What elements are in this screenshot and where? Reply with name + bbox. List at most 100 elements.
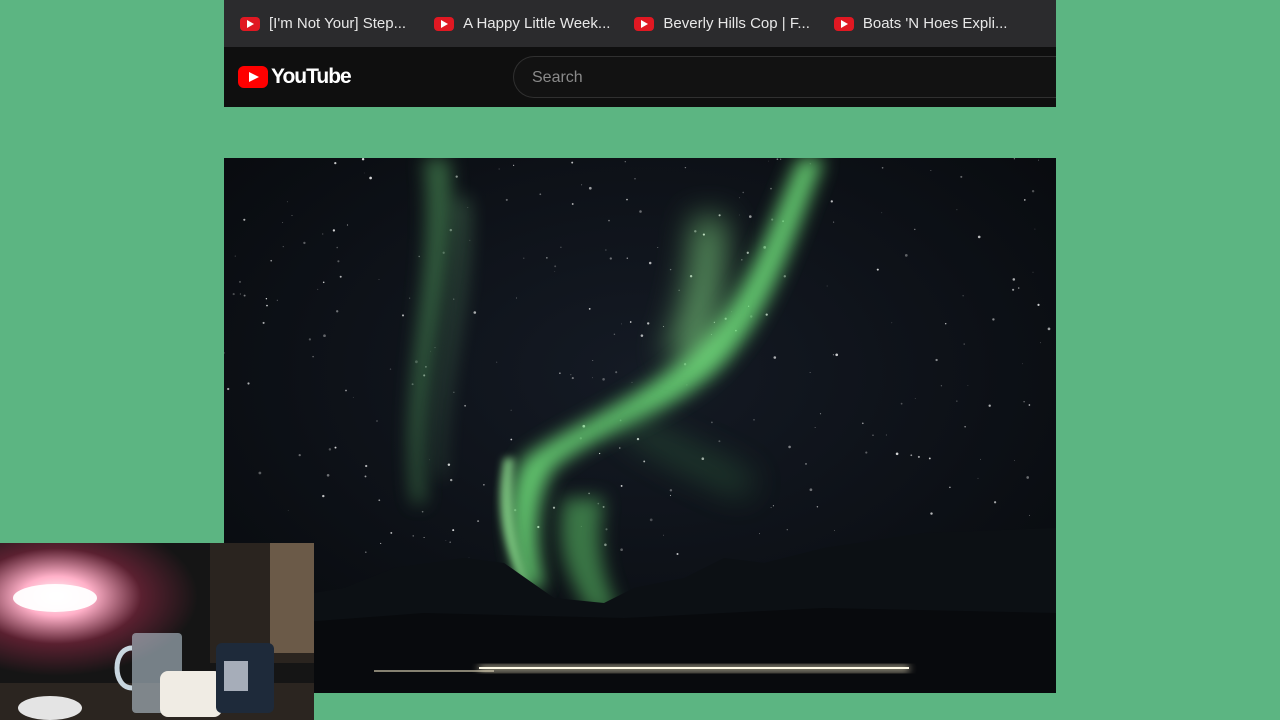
- bookmark-4[interactable]: Boats 'N Hoes Expli...: [828, 9, 1014, 39]
- star: [773, 356, 777, 359]
- star: [337, 260, 340, 263]
- star: [1038, 159, 1039, 161]
- aurora-video-frame: [224, 158, 1056, 693]
- star: [963, 343, 965, 345]
- star: [1047, 327, 1051, 331]
- star: [369, 176, 372, 180]
- star: [662, 326, 664, 328]
- star: [809, 488, 813, 492]
- star: [303, 241, 306, 245]
- star: [312, 355, 314, 358]
- star: [780, 158, 782, 160]
- star: [1023, 401, 1025, 403]
- star: [620, 484, 623, 487]
- star: [298, 453, 301, 457]
- star: [718, 440, 721, 443]
- star: [363, 172, 365, 174]
- star: [900, 402, 903, 405]
- star: [498, 168, 500, 170]
- star: [609, 257, 612, 260]
- star: [605, 528, 608, 531]
- star: [1014, 460, 1015, 461]
- star: [317, 288, 319, 290]
- youtube-logo[interactable]: YouTube: [238, 65, 352, 89]
- browser-window: [I'm Not Your] Step... A Happy Little We…: [224, 0, 1056, 107]
- youtube-icon: [634, 16, 655, 31]
- star: [988, 404, 991, 407]
- youtube-icon: [240, 16, 260, 31]
- star: [602, 378, 605, 381]
- star: [772, 505, 774, 507]
- star: [291, 215, 293, 216]
- star: [881, 166, 884, 169]
- star: [326, 474, 330, 477]
- webcam-frame: [0, 543, 314, 720]
- star: [910, 454, 913, 457]
- star: [452, 529, 455, 532]
- star: [649, 518, 653, 522]
- star: [832, 354, 834, 356]
- star: [449, 541, 451, 543]
- star: [648, 261, 652, 265]
- star: [928, 457, 931, 460]
- star: [876, 268, 879, 271]
- star: [282, 222, 284, 223]
- star: [629, 321, 632, 323]
- star: [434, 347, 436, 349]
- star: [473, 311, 477, 314]
- star: [786, 529, 788, 531]
- star: [634, 178, 636, 180]
- star: [570, 374, 572, 376]
- star: [510, 438, 513, 441]
- star: [308, 338, 312, 341]
- bookmarks-bar: [I'm Not Your] Step... A Happy Little We…: [224, 0, 1056, 47]
- star: [615, 371, 618, 374]
- star: [539, 193, 542, 196]
- star: [365, 464, 368, 468]
- star: [243, 294, 246, 297]
- star: [332, 229, 336, 232]
- star: [759, 533, 760, 535]
- star: [409, 297, 411, 299]
- star: [571, 203, 574, 205]
- star: [749, 215, 752, 218]
- star: [571, 377, 574, 380]
- search-input[interactable]: [530, 57, 1034, 99]
- star: [453, 391, 455, 393]
- bookmark-label: A Happy Little Week...: [463, 15, 611, 32]
- star: [881, 212, 883, 214]
- star: [234, 255, 236, 257]
- star: [956, 209, 958, 211]
- youtube-play-icon: [238, 66, 268, 88]
- star: [282, 246, 284, 248]
- star: [345, 389, 347, 392]
- bookmark-2[interactable]: A Happy Little Week...: [428, 9, 616, 39]
- star: [258, 471, 262, 475]
- star: [523, 257, 525, 259]
- bookmark-3[interactable]: Beverly Hills Cop | F...: [628, 9, 815, 39]
- bookmark-label: [I'm Not Your] Step...: [269, 15, 407, 32]
- star: [336, 310, 339, 313]
- star: [962, 295, 964, 297]
- star: [935, 358, 938, 362]
- star: [1013, 158, 1016, 160]
- star: [239, 293, 241, 295]
- star: [364, 475, 367, 478]
- star: [770, 507, 772, 509]
- star: [1012, 278, 1016, 281]
- star: [960, 175, 963, 178]
- video-player[interactable]: [224, 158, 1056, 693]
- star: [559, 372, 561, 374]
- star: [814, 427, 816, 428]
- star: [631, 381, 633, 383]
- star: [378, 499, 381, 502]
- star: [684, 166, 687, 169]
- star: [380, 542, 382, 544]
- star: [418, 255, 420, 258]
- bookmark-1[interactable]: [I'm Not Your] Step...: [234, 9, 412, 39]
- star: [741, 259, 743, 261]
- star: [323, 334, 326, 338]
- star: [640, 334, 644, 337]
- star: [390, 531, 393, 534]
- star: [552, 506, 556, 509]
